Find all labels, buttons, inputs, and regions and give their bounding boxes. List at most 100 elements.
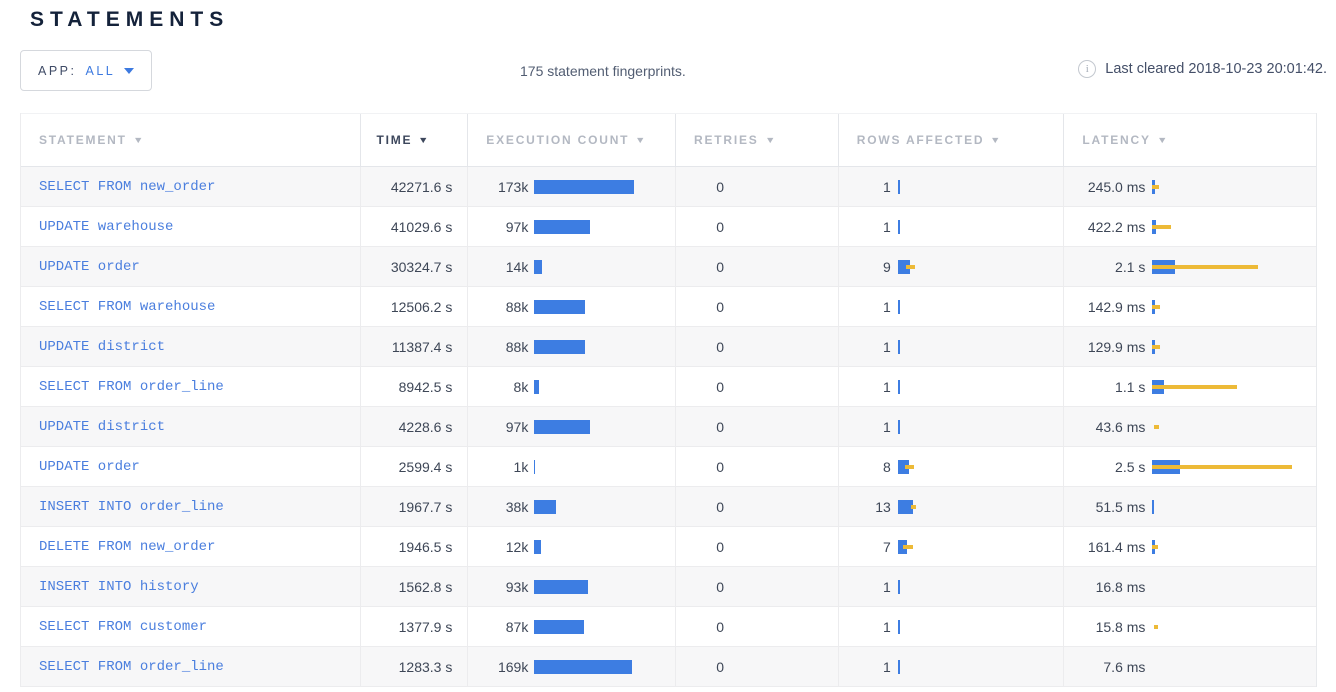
rows-affected-cell: 1 (838, 327, 1064, 366)
statement-cell: UPDATE warehouse (21, 207, 360, 246)
latency-bar (1152, 259, 1316, 275)
table-row: UPDATE order 2599.4 s 1k 0 8 2.5 s (21, 447, 1316, 487)
table-header-row: STATEMENT ▼ TIME ▼ EXECUTION COUNT ▼ RET… (21, 113, 1316, 167)
table-row: DELETE FROM new_order 1946.5 s 12k 0 7 1… (21, 527, 1316, 567)
statement-link[interactable]: UPDATE district (39, 419, 165, 435)
statement-link[interactable]: SELECT FROM warehouse (39, 299, 215, 315)
retries-cell: 0 (675, 447, 838, 486)
rows-affected-value: 1 (839, 619, 891, 635)
execution-count-bar (534, 339, 675, 355)
retries-cell: 0 (675, 487, 838, 526)
statement-cell: SELECT FROM customer (21, 607, 360, 646)
retries-cell: 0 (675, 207, 838, 246)
statement-link[interactable]: DELETE FROM new_order (39, 539, 215, 555)
table-row: SELECT FROM customer 1377.9 s 87k 0 1 15… (21, 607, 1316, 647)
retries-value: 0 (676, 339, 724, 355)
table-row: UPDATE order 30324.7 s 14k 0 9 2.1 s (21, 247, 1316, 287)
latency-cell: 2.1 s (1063, 247, 1316, 286)
time-cell: 4228.6 s (360, 407, 467, 446)
execution-count-bar (534, 499, 675, 515)
app-filter-dropdown[interactable]: APP: ALL (20, 50, 152, 91)
info-icon[interactable]: i (1078, 60, 1096, 78)
table-row: UPDATE district 11387.4 s 88k 0 1 129.9 … (21, 327, 1316, 367)
rows-affected-bar (898, 219, 1064, 235)
latency-cell: 245.0 ms (1063, 167, 1316, 206)
retries-cell: 0 (675, 247, 838, 286)
count-bar (534, 580, 588, 594)
statement-link[interactable]: SELECT FROM order_line (39, 379, 224, 395)
retries-value: 0 (676, 659, 724, 675)
mean-bar (898, 340, 900, 354)
statement-cell: UPDATE district (21, 327, 360, 366)
statement-cell: SELECT FROM warehouse (21, 287, 360, 326)
execution-count-bar (534, 419, 675, 435)
statement-link[interactable]: INSERT INTO order_line (39, 499, 224, 515)
table-row: UPDATE warehouse 41029.6 s 97k 0 1 422.2… (21, 207, 1316, 247)
time-cell: 11387.4 s (360, 327, 467, 366)
retries-value: 0 (676, 459, 724, 475)
execution-count-cell: 38k (467, 487, 675, 526)
sort-desc-icon: ▼ (990, 135, 1003, 145)
count-bar (534, 500, 556, 514)
latency-value: 7.6 ms (1064, 659, 1145, 675)
execution-count-value: 173k (468, 179, 528, 195)
stddev-bar (905, 465, 914, 469)
stddev-bar (1152, 265, 1258, 269)
time-cell: 1562.8 s (360, 567, 467, 606)
execution-count-value: 1k (468, 459, 528, 475)
time-cell: 1283.3 s (360, 647, 467, 686)
latency-cell: 7.6 ms (1063, 647, 1316, 686)
column-header-time[interactable]: TIME ▼ (360, 114, 467, 166)
latency-bar (1152, 299, 1316, 315)
execution-count-cell: 14k (467, 247, 675, 286)
time-cell: 2599.4 s (360, 447, 467, 486)
time-cell: 1946.5 s (360, 527, 467, 566)
count-bar (534, 300, 585, 314)
latency-bar (1152, 579, 1316, 595)
retries-cell: 0 (675, 327, 838, 366)
retries-cell: 0 (675, 287, 838, 326)
stddev-bar (1152, 185, 1159, 189)
rows-affected-cell: 1 (838, 367, 1064, 406)
rows-affected-value: 1 (839, 659, 891, 675)
time-cell: 41029.6 s (360, 207, 467, 246)
rows-affected-value: 1 (839, 419, 891, 435)
rows-affected-value: 1 (839, 339, 891, 355)
rows-affected-cell: 1 (838, 607, 1064, 646)
latency-bar (1152, 459, 1316, 475)
rows-affected-cell: 8 (838, 447, 1064, 486)
statement-link[interactable]: SELECT FROM customer (39, 619, 207, 635)
statement-link[interactable]: INSERT INTO history (39, 579, 199, 595)
time-cell: 1967.7 s (360, 487, 467, 526)
retries-cell: 0 (675, 607, 838, 646)
rows-affected-value: 1 (839, 379, 891, 395)
statement-link[interactable]: UPDATE warehouse (39, 219, 173, 235)
execution-count-bar (534, 379, 675, 395)
execution-count-cell: 88k (467, 287, 675, 326)
execution-count-value: 97k (468, 419, 528, 435)
column-header-execution-count[interactable]: EXECUTION COUNT ▼ (467, 114, 675, 166)
statement-link[interactable]: UPDATE district (39, 339, 165, 355)
statement-link[interactable]: UPDATE order (39, 459, 140, 475)
rows-affected-cell: 1 (838, 287, 1064, 326)
rows-affected-value: 9 (839, 259, 891, 275)
column-header-retries[interactable]: RETRIES ▼ (675, 114, 838, 166)
rows-affected-value: 1 (839, 579, 891, 595)
column-header-latency[interactable]: LATENCY ▼ (1063, 114, 1316, 166)
rows-affected-bar (898, 379, 1064, 395)
statement-link[interactable]: UPDATE order (39, 259, 140, 275)
latency-bar (1152, 219, 1316, 235)
latency-cell: 15.8 ms (1063, 607, 1316, 646)
statement-link[interactable]: SELECT FROM new_order (39, 179, 215, 195)
count-bar (534, 460, 535, 474)
execution-count-cell: 97k (467, 207, 675, 246)
statement-cell: DELETE FROM new_order (21, 527, 360, 566)
column-header-statement[interactable]: STATEMENT ▼ (21, 114, 360, 166)
latency-bar (1152, 379, 1316, 395)
statement-link[interactable]: SELECT FROM order_line (39, 659, 224, 675)
rows-affected-cell: 9 (838, 247, 1064, 286)
stddev-bar (903, 545, 913, 549)
column-header-rows-affected[interactable]: ROWS AFFECTED ▼ (838, 114, 1064, 166)
statement-cell: UPDATE district (21, 407, 360, 446)
rows-affected-value: 1 (839, 179, 891, 195)
